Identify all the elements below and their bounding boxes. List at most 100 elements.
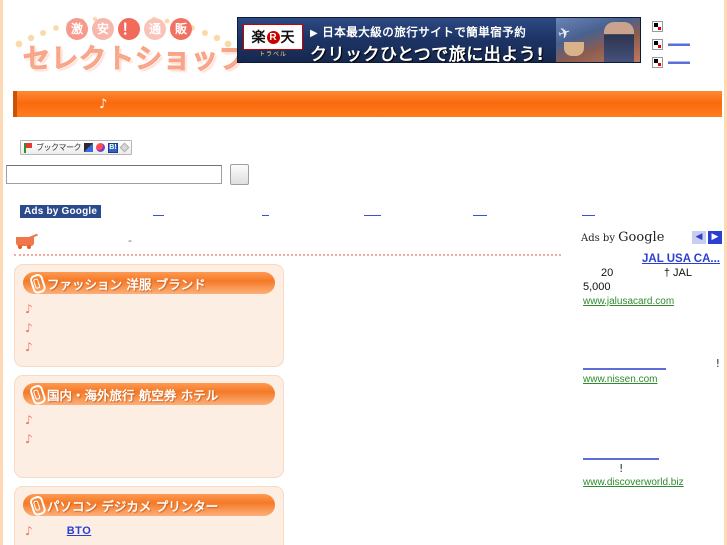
flag-icon [24, 142, 33, 153]
rakuten-logo: 楽 R 天 [243, 24, 303, 50]
ad-link-slot[interactable] [262, 206, 270, 216]
banner-headline-1: ▶ 日本最大級の旅行サイトで簡単宿予約 [310, 24, 526, 40]
delicious-icon[interactable] [84, 143, 93, 152]
ad-exclamation: ! [619, 462, 624, 475]
category-card-pc: パソコン デジカメ プリンター ♪ BTO ♪ ♪ [14, 486, 284, 545]
airplane-icon: ✈ [555, 23, 574, 44]
category-header[interactable]: 国内・海外旅行 航空券 ホテル [23, 383, 275, 405]
category-link-list: ♪ ♪ [23, 410, 275, 467]
ad-link-slot[interactable] [473, 206, 488, 216]
list-item[interactable]: ♪ [25, 410, 275, 429]
ad-body: ! [583, 357, 720, 372]
ad-line-1: 20 [601, 267, 614, 279]
navbar-container: ♪ [3, 88, 727, 120]
music-note-bullet-icon: ♪ [25, 339, 33, 354]
list-item[interactable]: ♪ [25, 337, 275, 356]
hatena-bookmark-icon[interactable]: B! [108, 142, 118, 153]
broken-image-row[interactable] [652, 19, 724, 34]
ads-by-google-badge[interactable]: Ads by Google [20, 204, 102, 218]
ad-blank-text-area [583, 395, 720, 447]
cart-wheel-left [18, 244, 22, 249]
category-card-fashion: ファッション 洋服 ブランド ♪ ♪ ♪ [14, 264, 284, 367]
navbar[interactable]: ♪ [13, 91, 722, 117]
ad-link-slot[interactable] [153, 206, 165, 216]
placeholder-link[interactable] [668, 61, 690, 64]
section-divider [14, 254, 561, 256]
category-header[interactable]: ファッション 洋服 ブランド [23, 272, 275, 294]
music-note-bullet-icon: ♪ [25, 523, 33, 538]
placeholder-link[interactable] [668, 43, 690, 46]
page-body: - ファッション 洋服 ブランド ♪ ♪ ♪ 国内・海外旅行 航空券 ホテル ♪… [3, 226, 727, 545]
music-note-bullet-icon: ♪ [25, 431, 33, 446]
yahoo-bookmark-icon[interactable] [96, 143, 105, 152]
sidebar-ad-item[interactable]: ! www.nissen.com [577, 313, 724, 391]
google-wordmark: Google [618, 229, 665, 245]
search-bar [6, 164, 249, 185]
search-input[interactable] [6, 165, 222, 184]
prev-arrow-icon[interactable]: ◀ [692, 230, 706, 244]
ad-title[interactable]: JAL USA CA... [583, 252, 720, 266]
rakuten-logo-subtitle: トラベル [258, 51, 287, 58]
cup-shape [564, 42, 584, 56]
rakuten-kanji-ten: 天 [280, 30, 295, 46]
list-item[interactable]: ♪ [25, 429, 275, 448]
ads-by-text: Ads by [581, 232, 619, 244]
list-item-spacer [25, 448, 275, 467]
ad-link-slot[interactable] [364, 206, 382, 216]
site-logo[interactable]: 激 安 ！ 通 販 セレクトショップ [11, 4, 247, 76]
broken-image-row[interactable] [652, 37, 724, 52]
search-button[interactable] [230, 164, 249, 185]
list-item[interactable]: ♪ [25, 318, 275, 337]
ad-body: ! [583, 462, 720, 475]
next-arrow-icon[interactable]: ▶ [708, 230, 722, 244]
category-link[interactable]: BTO [40, 525, 118, 537]
person-shape [604, 22, 634, 62]
paperclip-icon [27, 384, 44, 403]
bookmark-label: ブックマーク [36, 143, 82, 152]
banner-headline-2: クリックひとつで旅に出よう! [310, 45, 545, 63]
sidebar-ads-header: Ads by Google ◀ ▶ [577, 226, 724, 248]
site-header: 激 安 ！ 通 販 セレクトショップ 楽 R 天 トラベル ▶ 日本最大級の旅行サ… [3, 0, 724, 80]
broken-image-icon [652, 57, 663, 68]
ads-pager: ◀ ▶ [692, 230, 722, 244]
sidebar-ad-item[interactable]: JAL USA CA... 20 † JAL 5,000 www.jalusac… [577, 248, 724, 313]
top-ads-strip: Ads by Google [3, 198, 727, 224]
category-link-list: ♪ BTO ♪ ♪ [23, 521, 275, 545]
broken-image-link-group [652, 19, 724, 73]
paperclip-icon [27, 273, 44, 292]
page-root: 激 安 ！ 通 販 セレクトショップ 楽 R 天 トラベル ▶ 日本最大級の旅行サ… [0, 0, 727, 545]
bookmark-widget[interactable]: ブックマーク B! [20, 140, 132, 155]
section-title: - [128, 233, 132, 247]
banner-photo: ✈ [555, 18, 640, 62]
logo-title-text: セレクトショップ [23, 44, 247, 76]
category-title: 国内・海外旅行 航空券 ホテル [47, 387, 219, 403]
ad-title[interactable] [583, 447, 659, 460]
music-note-bullet-icon: ♪ [25, 301, 33, 316]
rakuten-r-mark: R [266, 30, 280, 44]
broken-image-row[interactable] [652, 55, 724, 70]
rakuten-kanji-raku: 楽 [251, 30, 266, 46]
category-header[interactable]: パソコン デジカメ プリンター [23, 494, 275, 516]
ad-title[interactable] [583, 357, 666, 370]
ad-url[interactable]: www.nissen.com [583, 374, 720, 385]
ad-body: 20 † JAL [583, 266, 720, 280]
ad-blank-text-area [583, 317, 720, 357]
category-title: ファッション 洋服 ブランド [47, 276, 206, 292]
ad-url[interactable]: www.discoverworld.biz [583, 477, 720, 488]
rakuten-travel-banner[interactable]: 楽 R 天 トラベル ▶ 日本最大級の旅行サイトで簡単宿予約 クリックひとつで旅に… [237, 17, 641, 63]
list-item[interactable]: ♪ [25, 540, 275, 545]
section-header: - [6, 226, 569, 254]
ad-url[interactable]: www.jalusacard.com [583, 296, 720, 307]
more-services-icon[interactable] [119, 142, 130, 153]
broken-image-icon [652, 39, 663, 50]
category-title: パソコン デジカメ プリンター [47, 498, 219, 514]
music-note-icon: ♪ [99, 96, 108, 112]
ad-link-slot[interactable] [582, 206, 596, 216]
category-grid: ファッション 洋服 ブランド ♪ ♪ ♪ 国内・海外旅行 航空券 ホテル ♪ ♪… [6, 264, 569, 545]
category-link-list: ♪ ♪ ♪ [23, 299, 275, 356]
main-column: - ファッション 洋服 ブランド ♪ ♪ ♪ 国内・海外旅行 航空券 ホテル ♪… [6, 226, 569, 545]
sidebar-ad-item[interactable]: ! www.discoverworld.biz [577, 391, 724, 494]
music-note-bullet-icon: ♪ [25, 412, 33, 427]
list-item[interactable]: ♪ BTO [25, 521, 275, 540]
list-item[interactable]: ♪ [25, 299, 275, 318]
